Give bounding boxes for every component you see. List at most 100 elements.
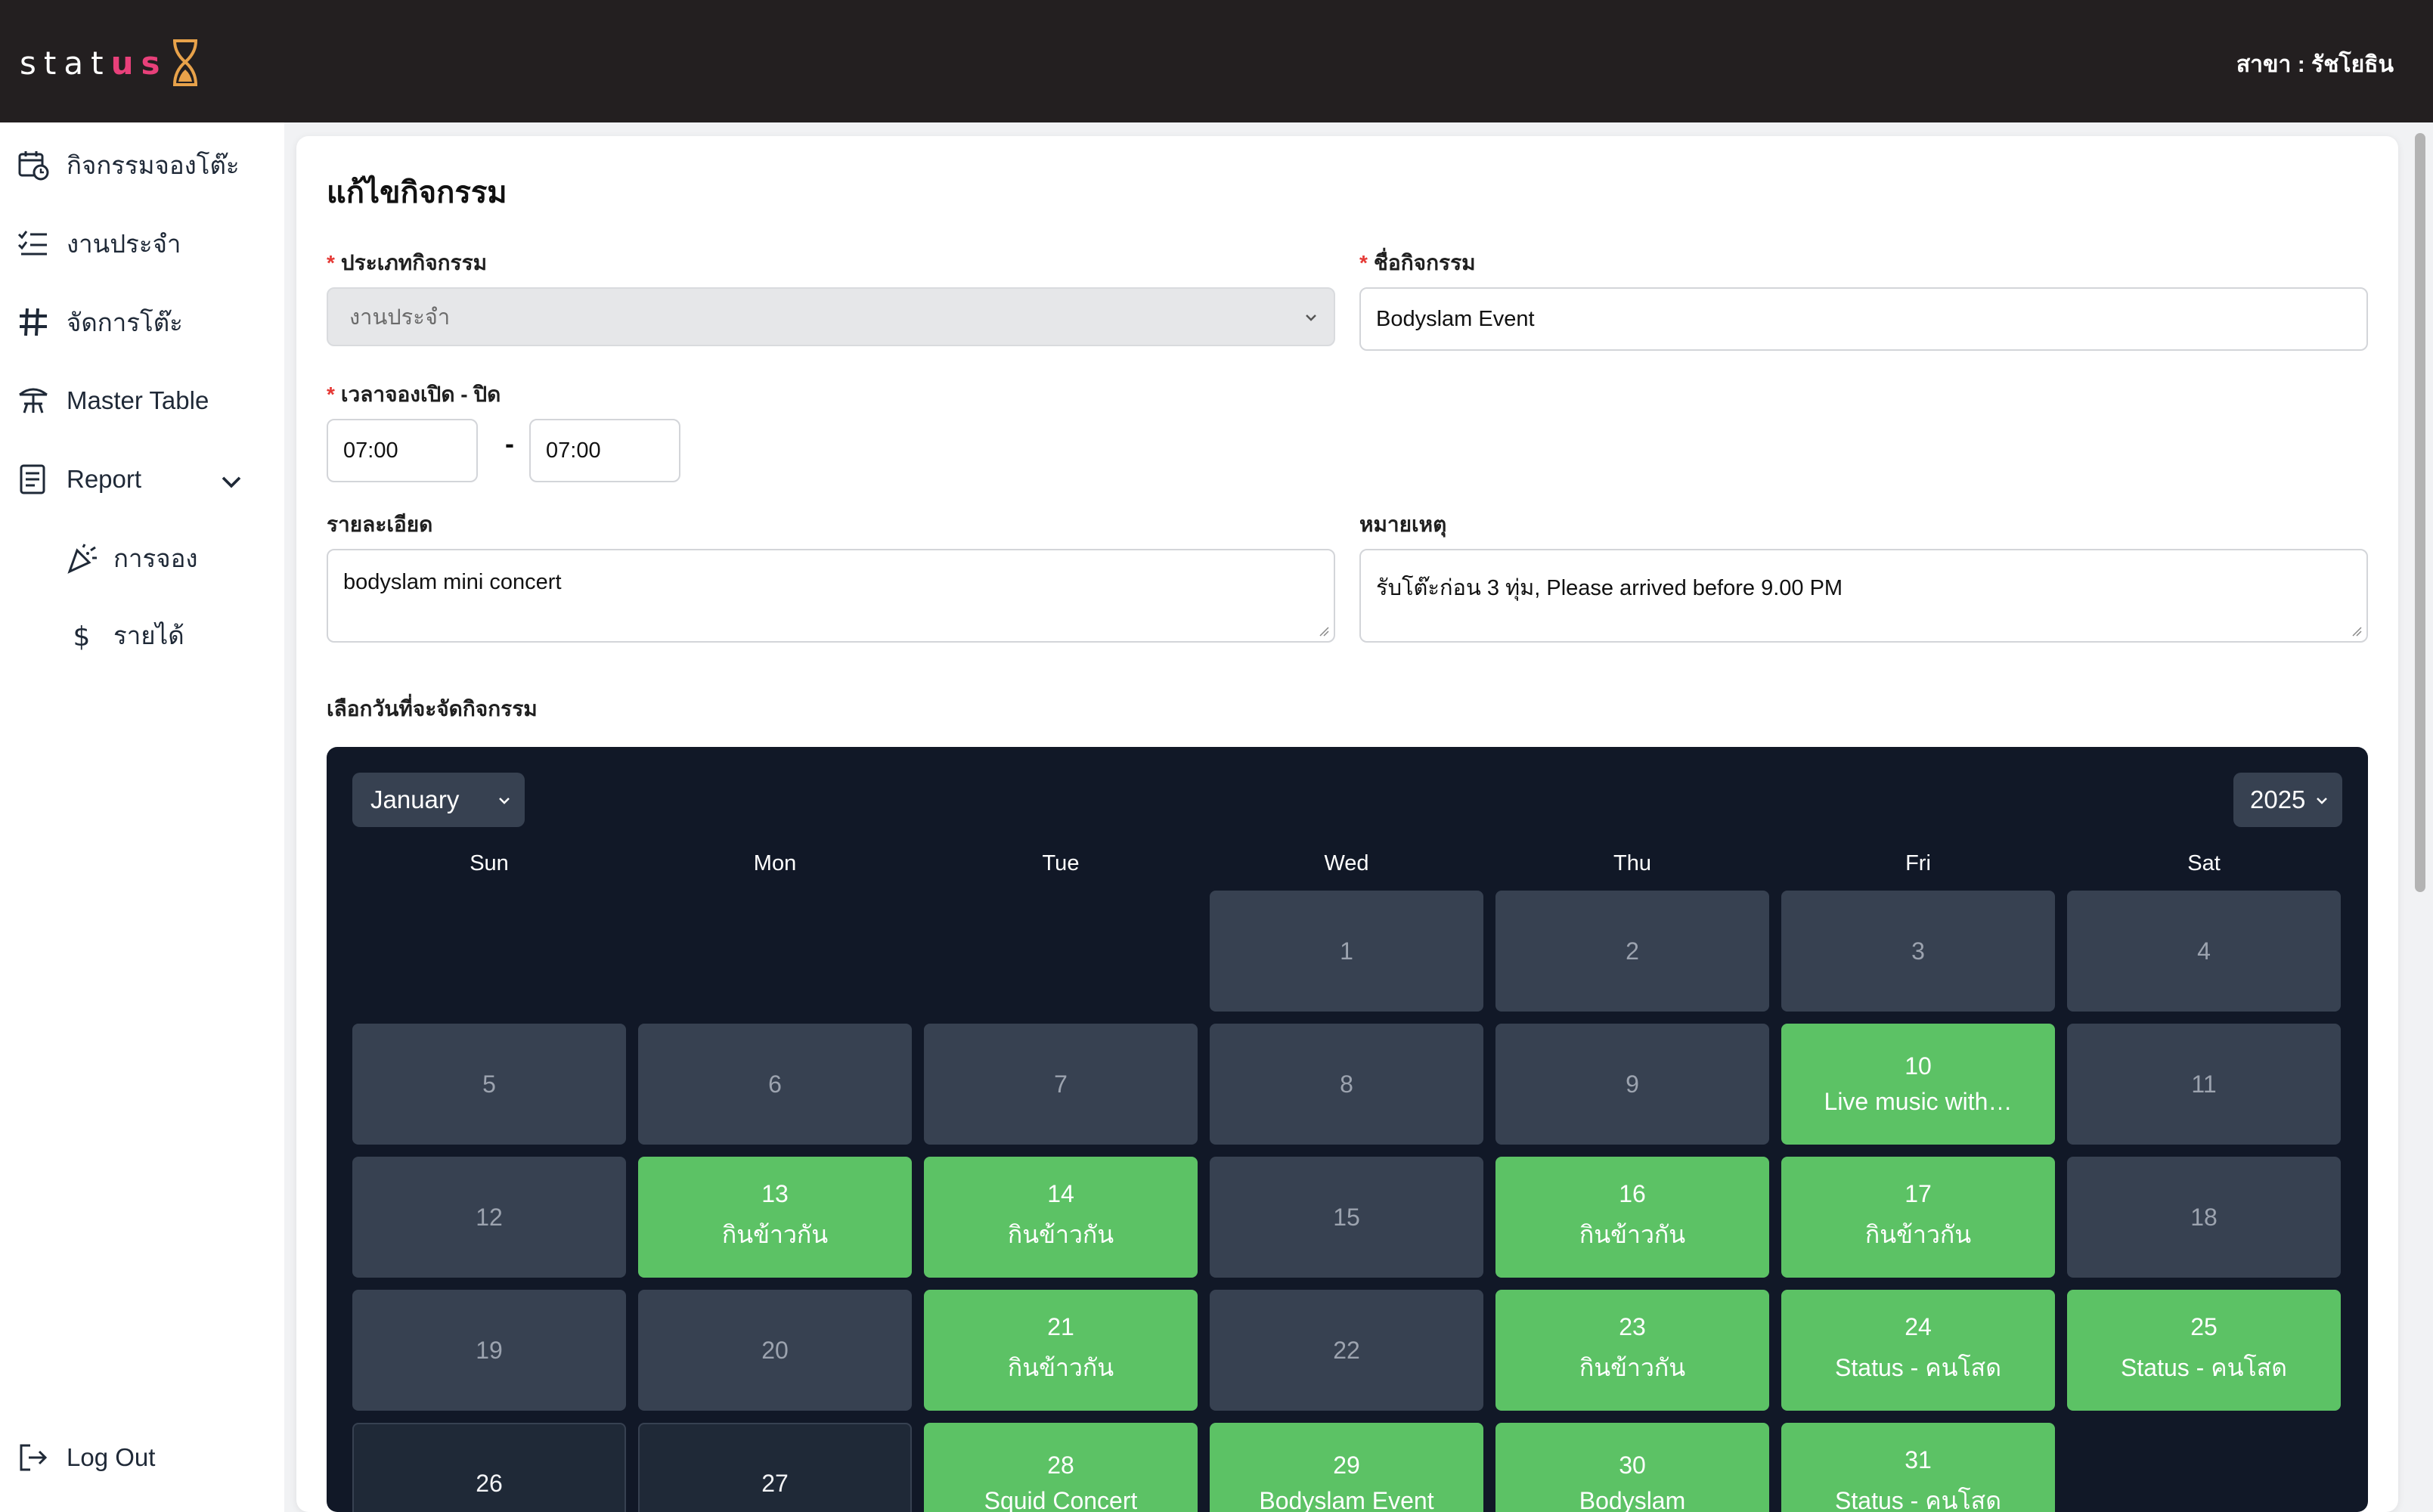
- resize-handle-icon[interactable]: [1317, 624, 1329, 637]
- calendar-day-11[interactable]: 11: [2067, 1024, 2341, 1145]
- calendar-day-17[interactable]: 17 กินข้าวกัน: [1781, 1157, 2055, 1278]
- sidebar-item-routine[interactable]: งานประจำ: [17, 222, 181, 265]
- note-label: หมายเหตุ: [1359, 513, 1447, 536]
- calendar-day-25[interactable]: 25 Status - คนโสด: [2067, 1290, 2341, 1411]
- event-title: กินข้าวกัน: [1579, 1221, 1686, 1248]
- calendar-day-10[interactable]: 10 Live music with…: [1781, 1024, 2055, 1145]
- calendar-day-13[interactable]: 13 กินข้าวกัน: [638, 1157, 912, 1278]
- year-select[interactable]: 2025: [2233, 773, 2342, 827]
- sidebar-item-master-table[interactable]: Master Table: [17, 380, 209, 422]
- report-icon: [20, 464, 45, 494]
- calendar-clock-icon: [18, 151, 49, 181]
- calendar-day-2[interactable]: 2: [1495, 891, 1769, 1012]
- event-title: กินข้าวกัน: [721, 1221, 829, 1248]
- close-time-input[interactable]: 07:00: [529, 419, 680, 482]
- day-number: 20: [761, 1336, 789, 1364]
- detail-label: รายละเอียด: [327, 513, 433, 536]
- day-number: 23: [1619, 1313, 1646, 1340]
- open-time-input[interactable]: 07:00: [327, 419, 478, 482]
- day-number: 1: [1340, 937, 1353, 965]
- time-separator: -: [505, 428, 514, 459]
- weekday-mon: Mon: [753, 851, 797, 875]
- event-title: Live music with…: [1824, 1088, 2013, 1115]
- day-number: 27: [761, 1469, 789, 1497]
- activity-name-input[interactable]: Bodyslam Event: [1359, 287, 2368, 351]
- weekday-tue: Tue: [1042, 851, 1080, 875]
- calendar-day-6[interactable]: 6: [638, 1024, 912, 1145]
- logo: status: [20, 38, 200, 88]
- calendar-day-31[interactable]: 31 Status - คนโสด: [1781, 1423, 2055, 1512]
- calendar-day-4[interactable]: 4: [2067, 891, 2341, 1012]
- calendar-day-8[interactable]: 8: [1210, 1024, 1483, 1145]
- event-title: กินข้าวกัน: [1579, 1354, 1686, 1381]
- day-number: 15: [1333, 1203, 1360, 1231]
- sidebar-item-report-booking[interactable]: การจอง: [65, 537, 198, 579]
- dollar-icon: $: [73, 621, 91, 652]
- calendar-day-15[interactable]: 15: [1210, 1157, 1483, 1278]
- calendar-day-7[interactable]: 7: [924, 1024, 1198, 1145]
- note-textarea[interactable]: รับโต๊ะก่อน 3 ทุ่ม, Please arrived befor…: [1359, 549, 2368, 643]
- day-number: 26: [476, 1469, 503, 1497]
- day-number: 9: [1626, 1070, 1639, 1098]
- branch-label: สาขา : รัชโยธิน: [2236, 52, 2394, 77]
- day-number: 19: [476, 1336, 503, 1364]
- event-title: Status - คนโสด: [1835, 1487, 2001, 1512]
- calendar-day-24[interactable]: 24 Status - คนโสด: [1781, 1290, 2055, 1411]
- event-title: Squid Concert: [984, 1487, 1138, 1512]
- weekday-sat: Sat: [2187, 851, 2221, 875]
- day-number: 14: [1047, 1180, 1074, 1207]
- sidebar-item-manage-tables[interactable]: จัดการโต๊ะ: [17, 301, 183, 343]
- page-scrollbar[interactable]: [2415, 133, 2425, 892]
- calendar-day-16[interactable]: 16 กินข้าวกัน: [1495, 1157, 1769, 1278]
- calendar-day-27[interactable]: 27: [638, 1423, 912, 1512]
- grid-icon: [20, 308, 47, 336]
- checklist-icon: [17, 231, 47, 256]
- event-title: Status - คนโสด: [1835, 1354, 2001, 1381]
- event-title: Bodyslam: [1579, 1487, 1686, 1512]
- calendar-day-14[interactable]: 14 กินข้าวกัน: [924, 1157, 1198, 1278]
- sidebar-item-table-booking[interactable]: กิจกรรมจองโต๊ะ: [17, 144, 240, 186]
- day-number: 7: [1054, 1070, 1068, 1098]
- svg-text:$: $: [73, 621, 91, 652]
- table-umbrella-icon: [19, 388, 48, 414]
- day-number: 31: [1905, 1446, 1932, 1473]
- calendar-day-30[interactable]: 30 Bodyslam: [1495, 1423, 1769, 1512]
- day-number: 24: [1905, 1313, 1932, 1340]
- activity-name-label: * ชื่อกิจกรรม: [1359, 251, 1476, 274]
- logout-button[interactable]: Log Out: [17, 1436, 155, 1479]
- calendar-day-12[interactable]: 12: [352, 1157, 626, 1278]
- sidebar-item-report-revenue[interactable]: $ รายได้: [65, 614, 184, 656]
- day-number: 10: [1905, 1052, 1932, 1080]
- calendar-day-5[interactable]: 5: [352, 1024, 626, 1145]
- calendar-day-26[interactable]: 26: [352, 1423, 626, 1512]
- chevron-down-icon[interactable]: [215, 466, 248, 499]
- party-popper-icon: [67, 544, 97, 574]
- calendar-day-21[interactable]: 21 กินข้าวกัน: [924, 1290, 1198, 1411]
- calendar-day-19[interactable]: 19: [352, 1290, 626, 1411]
- day-number: 4: [2197, 937, 2211, 965]
- resize-handle-icon[interactable]: [2350, 624, 2362, 637]
- sidebar-item-report[interactable]: Report: [17, 458, 241, 500]
- sidebar: กิจกรรมจองโต๊ะ งานประจำ จัดการโต๊ะ Maste…: [0, 122, 284, 1512]
- day-number: 13: [761, 1180, 789, 1207]
- day-number: 8: [1340, 1070, 1353, 1098]
- calendar-day-9[interactable]: 9: [1495, 1024, 1769, 1145]
- calendar-day-3[interactable]: 3: [1781, 891, 2055, 1012]
- calendar-day-18[interactable]: 18: [2067, 1157, 2341, 1278]
- event-title: กินข้าวกัน: [1007, 1354, 1114, 1381]
- chevron-down-icon: [2317, 798, 2327, 804]
- calendar-day-28[interactable]: 28 Squid Concert: [924, 1423, 1198, 1512]
- detail-textarea[interactable]: bodyslam mini concert: [327, 549, 1335, 643]
- event-title: กินข้าวกัน: [1864, 1221, 1972, 1248]
- booking-time-label: * เวลาจองเปิด - ปิด: [327, 383, 501, 406]
- calendar-day-20[interactable]: 20: [638, 1290, 912, 1411]
- day-number: 16: [1619, 1180, 1646, 1207]
- calendar-day-29[interactable]: 29 Bodyslam Event: [1210, 1423, 1483, 1512]
- activity-type-select[interactable]: งานประจำ: [327, 287, 1335, 346]
- calendar-day-1[interactable]: 1: [1210, 891, 1483, 1012]
- chevron-down-icon: [1306, 314, 1316, 321]
- top-bar: status สาขา : รัชโยธิน: [0, 0, 2433, 122]
- month-select[interactable]: January: [352, 773, 525, 827]
- calendar-day-22[interactable]: 22: [1210, 1290, 1483, 1411]
- calendar-day-23[interactable]: 23 กินข้าวกัน: [1495, 1290, 1769, 1411]
